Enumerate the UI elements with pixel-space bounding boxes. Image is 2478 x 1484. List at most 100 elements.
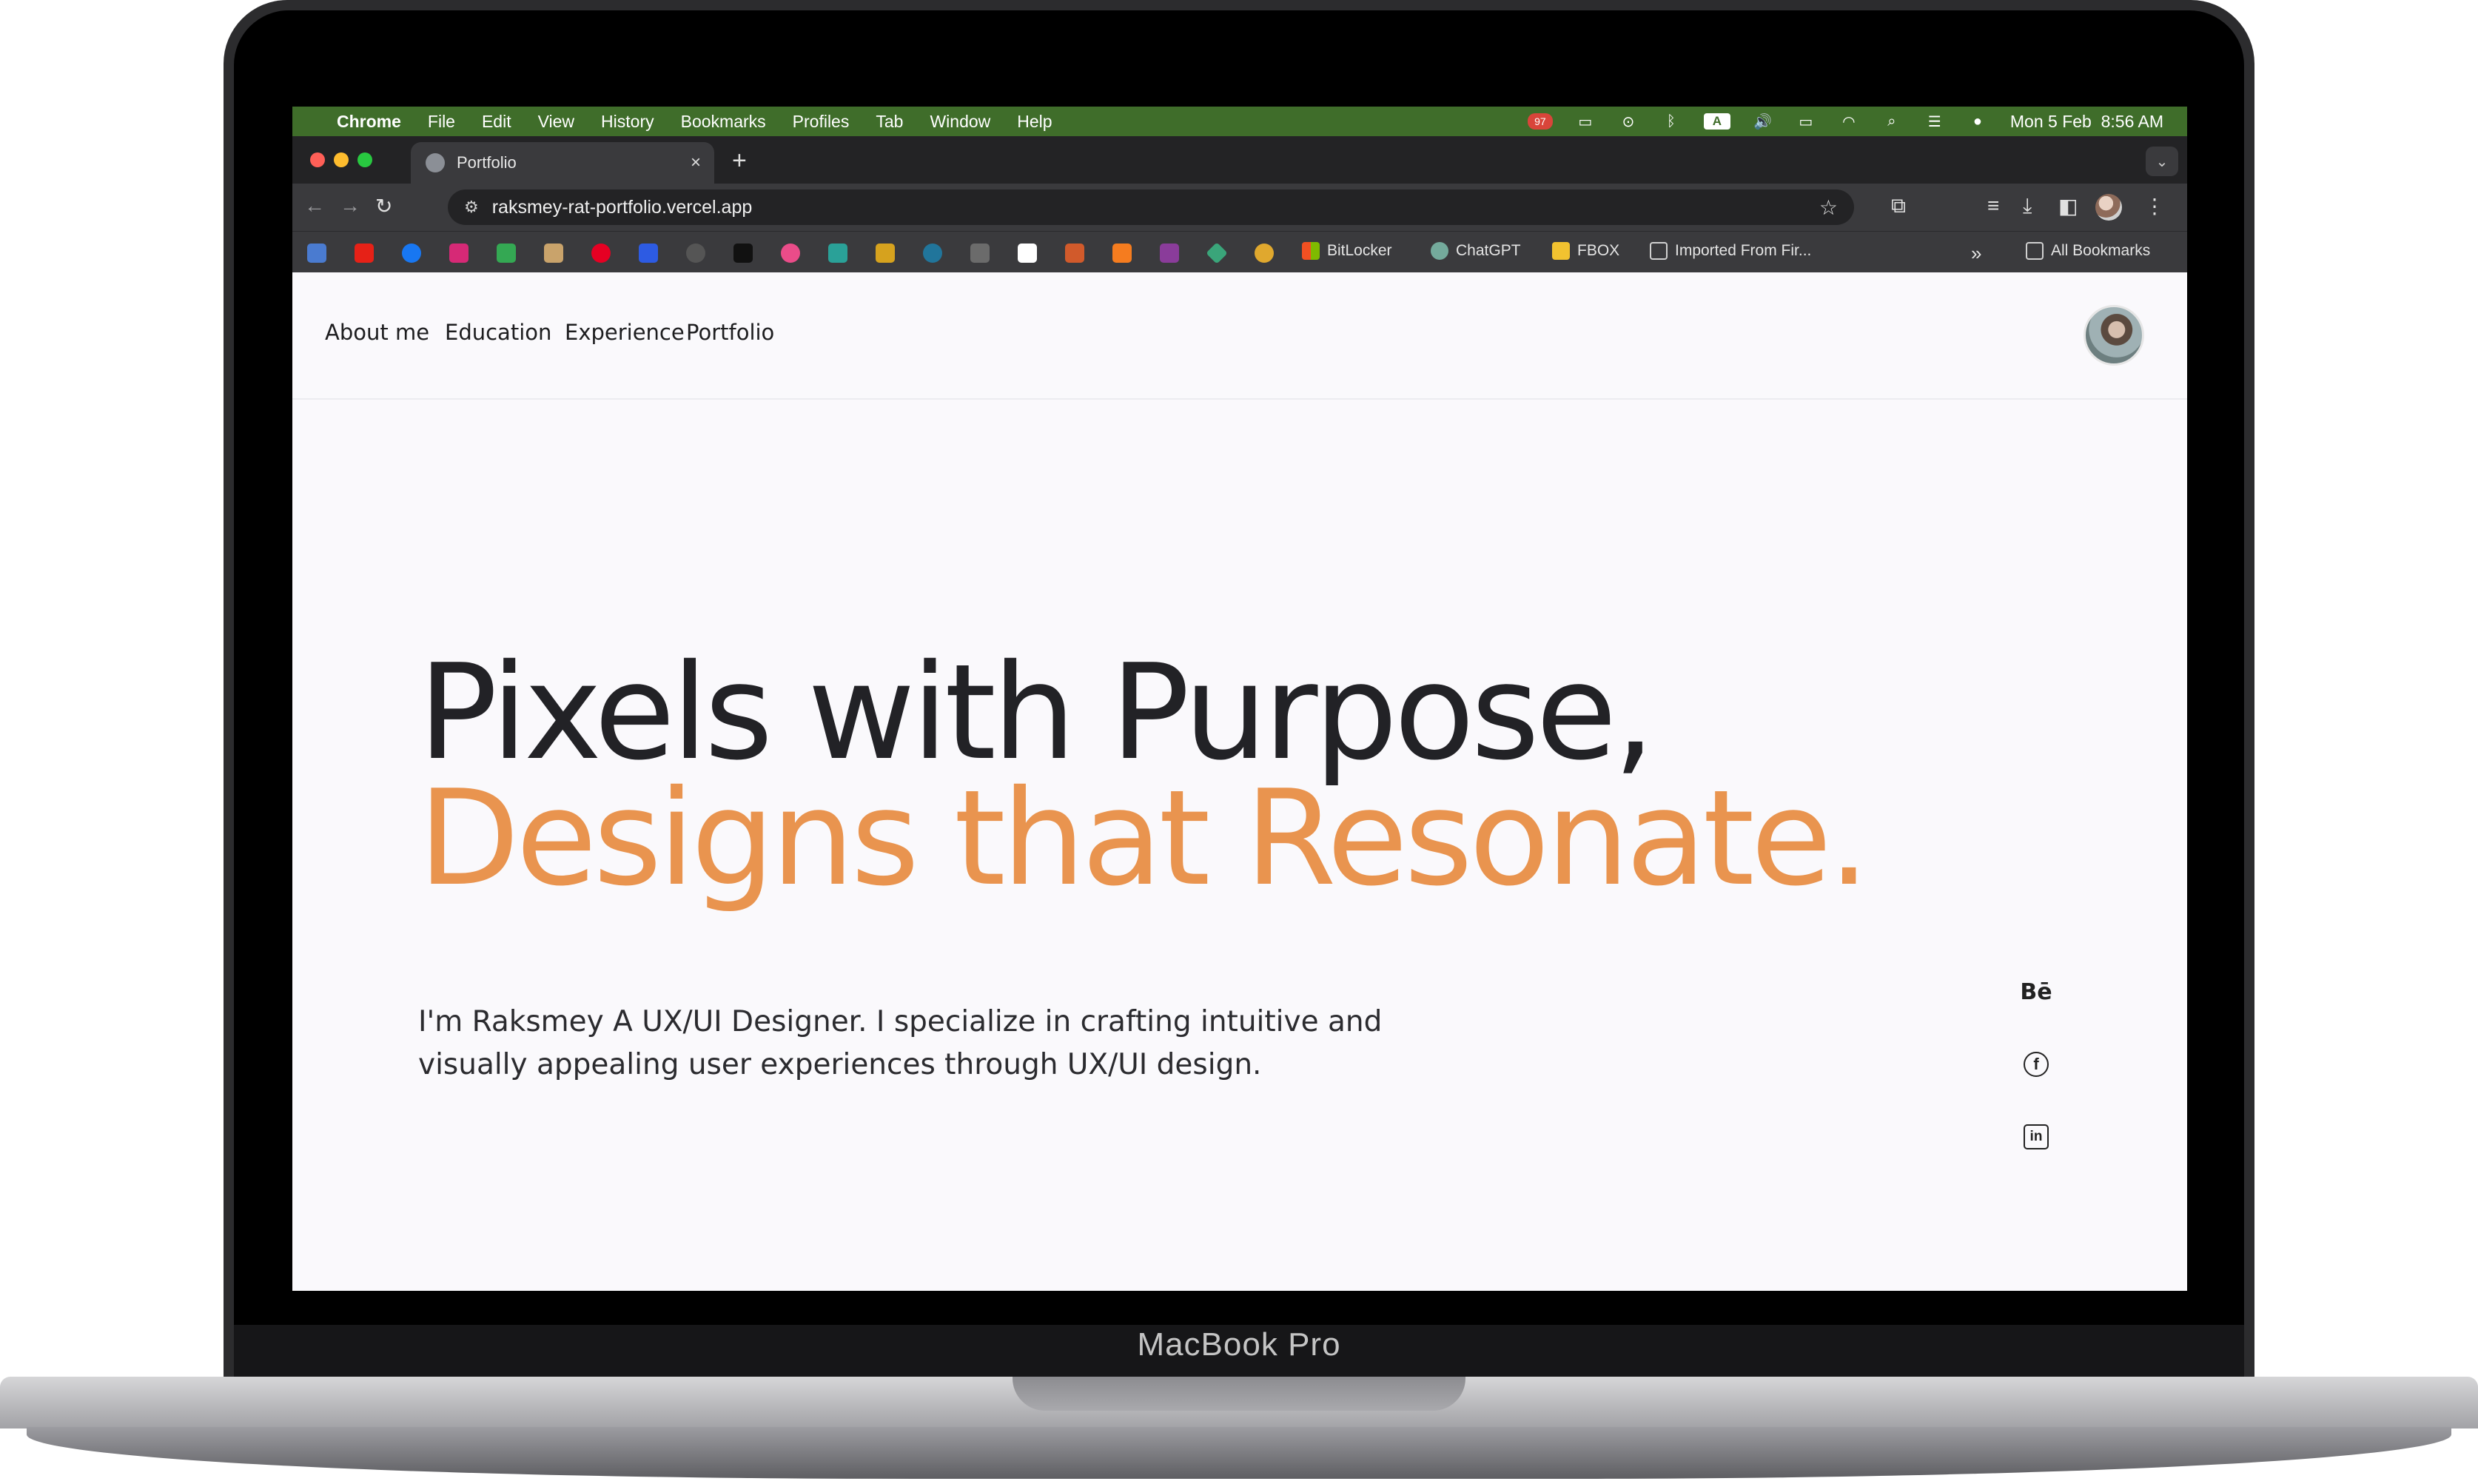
- spotlight-search-icon[interactable]: ⌕: [1881, 113, 1902, 130]
- nav-portfolio[interactable]: Portfolio: [686, 320, 774, 345]
- window-minimize-button[interactable]: [334, 152, 349, 167]
- bookmark-cc-icon[interactable]: [1018, 244, 1037, 263]
- bookmark-chatgpt[interactable]: ChatGPT: [1431, 242, 1521, 260]
- facebook-icon[interactable]: f: [2020, 1048, 2052, 1081]
- windows-icon: [1302, 242, 1320, 260]
- bookmark-chatgpt-label: ChatGPT: [1456, 242, 1521, 259]
- reload-icon[interactable]: ↻: [375, 194, 392, 218]
- menu-bookmarks[interactable]: Bookmarks: [681, 112, 766, 132]
- battery-icon[interactable]: ▭: [1796, 113, 1816, 130]
- hero-headline: Pixels with Purpose, Designs that Resona…: [418, 647, 2046, 904]
- siri-icon[interactable]: ●: [1967, 113, 1988, 130]
- browser-tab-portfolio[interactable]: Portfolio ×: [411, 142, 714, 184]
- facebook-glyph: f: [2024, 1052, 2049, 1077]
- device-label: MacBook Pro: [1137, 1326, 1341, 1363]
- bookmark-archive-icon[interactable]: [544, 244, 563, 263]
- hero-intro: I'm Raksmey A UX/UI Designer. I speciali…: [418, 1005, 1383, 1081]
- mac-menu-bar: Chrome File Edit View History Bookmarks …: [292, 107, 2187, 136]
- window-zoom-button[interactable]: [357, 152, 372, 167]
- web-page: About me Education Experience Portfolio …: [292, 272, 2187, 1291]
- address-url[interactable]: raksmey-rat-portfolio.vercel.app: [492, 197, 753, 218]
- tab-search-chevron-icon[interactable]: ⌄: [2146, 147, 2178, 176]
- bookmark-bitlocker[interactable]: BitLocker: [1302, 242, 1392, 260]
- volume-icon[interactable]: 🔊: [1753, 113, 1773, 130]
- bookmark-unsplash-icon[interactable]: [733, 244, 753, 263]
- tab-favicon-icon: [426, 153, 445, 172]
- bookmark-app-icon[interactable]: [876, 244, 895, 263]
- bookmarks-bar: BitLocker ChatGPT FBOX Imported From Fir…: [292, 231, 2187, 272]
- tab-close-icon[interactable]: ×: [691, 152, 701, 173]
- extensions-icon[interactable]: ⧉: [1891, 194, 1906, 218]
- bluetooth-icon[interactable]: ᛒ: [1661, 113, 1682, 130]
- linkedin-icon[interactable]: in: [2020, 1121, 2052, 1153]
- bookmark-feed-icon[interactable]: [1255, 244, 1274, 263]
- play-icon[interactable]: ⊙: [1618, 113, 1639, 130]
- bookmarks-overflow-icon[interactable]: »: [1971, 242, 1981, 265]
- menu-history[interactable]: History: [601, 112, 654, 132]
- address-bar[interactable]: ⚙ raksmey-rat-portfolio.vercel.app ☆: [448, 189, 1854, 225]
- notification-badge-icon[interactable]: 97: [1527, 113, 1553, 130]
- nav-experience[interactable]: Experience: [565, 320, 685, 345]
- forward-arrow-icon[interactable]: →: [340, 194, 360, 218]
- menu-help[interactable]: Help: [1017, 112, 1052, 132]
- all-bookmarks-folder[interactable]: All Bookmarks: [2026, 242, 2150, 260]
- bookmark-square-icon[interactable]: [1160, 244, 1179, 263]
- nav-education[interactable]: Education: [445, 320, 551, 345]
- nav-about-me[interactable]: About me: [325, 320, 429, 345]
- display-icon[interactable]: ▭: [1575, 113, 1596, 130]
- control-center-icon[interactable]: ☰: [1924, 113, 1945, 130]
- folder-icon: [1650, 242, 1668, 260]
- profile-avatar[interactable]: [2095, 194, 2122, 221]
- new-tab-button[interactable]: +: [732, 147, 747, 175]
- behance-icon[interactable]: Bē: [2020, 976, 2052, 1008]
- menu-edit[interactable]: Edit: [482, 112, 511, 132]
- bookmark-imported-folder[interactable]: Imported From Fir...: [1650, 242, 1811, 260]
- download-icon[interactable]: ⤓: [2023, 194, 2032, 218]
- menubar-clock[interactable]: Mon 5 Feb 8:56 AM: [2010, 112, 2163, 132]
- menu-view[interactable]: View: [538, 112, 574, 132]
- reading-list-icon[interactable]: ≡: [1987, 194, 1999, 218]
- bookmark-facebook-icon[interactable]: [402, 244, 421, 263]
- bookmark-pinterest-icon[interactable]: [591, 244, 611, 263]
- bookmark-flipboard-icon[interactable]: [639, 244, 658, 263]
- all-bookmarks-label: All Bookmarks: [2051, 242, 2151, 259]
- menu-app-name[interactable]: Chrome: [337, 112, 401, 132]
- input-source-icon[interactable]: A: [1703, 113, 1730, 130]
- bookmark-translate-icon[interactable]: [307, 244, 326, 263]
- bookmark-dribbble-icon[interactable]: [781, 244, 800, 263]
- headline-accent: Designs that Resonate.: [418, 762, 1870, 915]
- bookmark-star-icon[interactable]: ☆: [1819, 195, 1838, 220]
- bookmark-tool-icon[interactable]: [828, 244, 847, 263]
- bookmark-imported-label: Imported From Fir...: [1675, 242, 1812, 259]
- bookmark-wordpress-icon[interactable]: [923, 244, 942, 263]
- screen: Chrome File Edit View History Bookmarks …: [292, 107, 2187, 1291]
- menu-tab[interactable]: Tab: [876, 112, 903, 132]
- bookmark-site-icon[interactable]: [970, 244, 990, 263]
- browser-toolbar: ← → ↻ ⚙ raksmey-rat-portfolio.vercel.app…: [292, 184, 2187, 231]
- bookmark-fbox[interactable]: FBOX: [1552, 242, 1619, 260]
- lid-opening-notch: [1013, 1377, 1465, 1411]
- bookmark-diamond-icon[interactable]: [1206, 242, 1228, 264]
- bookmark-drive-icon[interactable]: [497, 244, 516, 263]
- tab-title: Portfolio: [457, 153, 517, 172]
- more-menu-icon[interactable]: ⋮: [2144, 194, 2165, 218]
- bookmark-github-icon[interactable]: [686, 244, 705, 263]
- menu-profiles[interactable]: Profiles: [793, 112, 850, 132]
- window-close-button[interactable]: [310, 152, 325, 167]
- wifi-icon[interactable]: ◠: [1839, 113, 1859, 130]
- linkedin-glyph: in: [2024, 1124, 2049, 1149]
- bookmark-instagram-icon[interactable]: [449, 244, 469, 263]
- side-panel-icon[interactable]: ◧: [2058, 194, 2078, 218]
- browser-tab-strip: Portfolio × + ⌄: [292, 136, 2187, 184]
- bookmark-loop-icon[interactable]: [1112, 244, 1132, 263]
- back-arrow-icon[interactable]: ←: [304, 194, 325, 218]
- menu-window[interactable]: Window: [930, 112, 990, 132]
- fbox-icon: [1552, 242, 1570, 260]
- site-avatar[interactable]: [2084, 305, 2144, 366]
- bookmark-image-icon[interactable]: [1065, 244, 1084, 263]
- laptop-base-edge: [27, 1427, 2451, 1479]
- menu-file[interactable]: File: [428, 112, 455, 132]
- folder-icon: [2026, 242, 2044, 260]
- bookmark-youtube-icon[interactable]: [355, 244, 374, 263]
- site-info-icon[interactable]: ⚙: [464, 198, 479, 217]
